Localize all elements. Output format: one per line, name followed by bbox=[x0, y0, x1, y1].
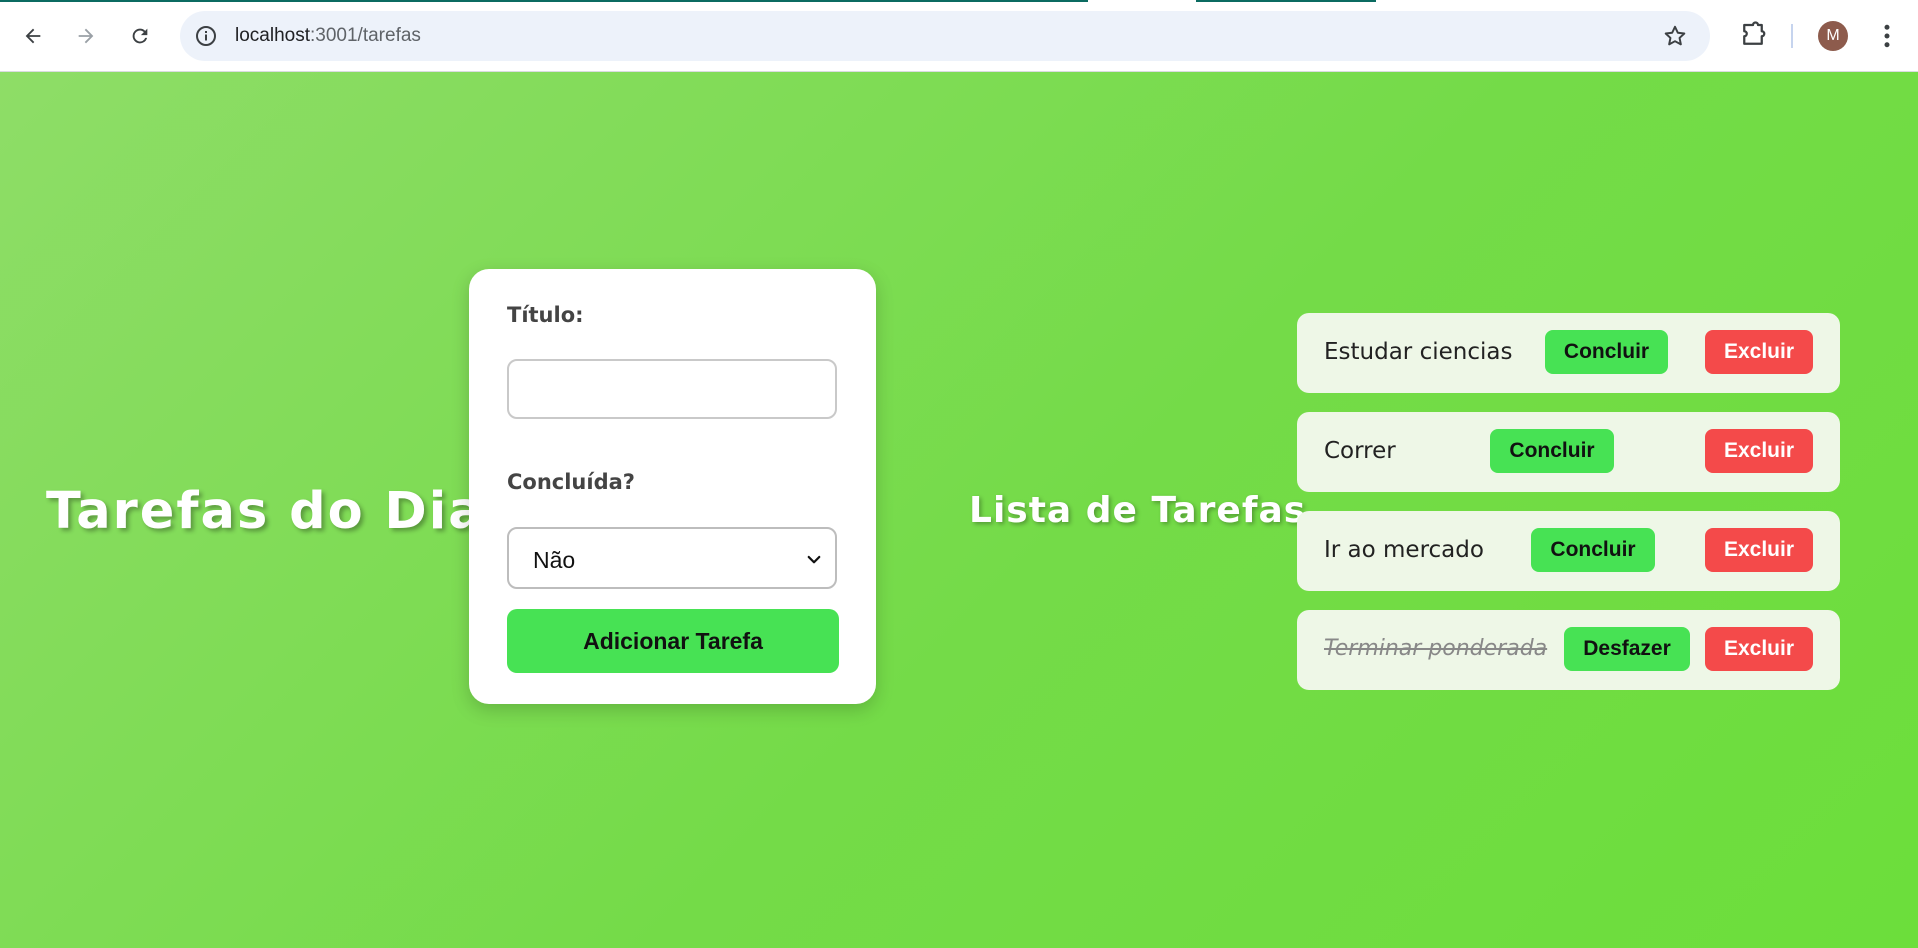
task-title: Estudar ciencias bbox=[1324, 339, 1513, 365]
task-item: Terminar ponderada Desfazer Excluir bbox=[1297, 610, 1840, 690]
done-select[interactable]: Não bbox=[507, 527, 837, 589]
url-text[interactable]: localhost:3001/tarefas bbox=[235, 24, 421, 48]
task-title: Ir ao mercado bbox=[1324, 537, 1484, 563]
page-content: Tarefas do Dia Título: Concluída? Não Ad… bbox=[0, 72, 1918, 948]
task-item: Estudar ciencias Concluir Excluir bbox=[1297, 313, 1840, 393]
forward-button[interactable] bbox=[68, 18, 104, 54]
conclude-button[interactable]: Concluir bbox=[1545, 330, 1668, 374]
title-input[interactable] bbox=[507, 359, 837, 419]
url-host: localhost bbox=[235, 25, 310, 46]
url-path: :3001/tarefas bbox=[310, 25, 421, 46]
back-arrow-icon bbox=[25, 28, 41, 44]
task-title-completed: Terminar ponderada bbox=[1324, 636, 1548, 661]
task-item: Ir ao mercado Concluir Excluir bbox=[1297, 511, 1840, 591]
address-bar[interactable]: localhost:3001/tarefas bbox=[180, 11, 1710, 61]
conclude-button[interactable]: Concluir bbox=[1490, 429, 1614, 473]
delete-button[interactable]: Excluir bbox=[1705, 528, 1813, 572]
reload-button[interactable] bbox=[122, 18, 158, 54]
title-label: Título: bbox=[507, 303, 584, 327]
back-button[interactable] bbox=[15, 18, 51, 54]
delete-button[interactable]: Excluir bbox=[1705, 330, 1813, 374]
done-label: Concluída? bbox=[507, 470, 635, 494]
site-info-icon[interactable] bbox=[194, 24, 218, 48]
conclude-button[interactable]: Concluir bbox=[1531, 528, 1655, 572]
done-select-value: Não bbox=[533, 547, 576, 573]
task-title: Correr bbox=[1324, 438, 1396, 464]
add-task-button[interactable]: Adicionar Tarefa bbox=[507, 609, 839, 673]
chevron-down-icon bbox=[807, 555, 821, 564]
toolbar-separator bbox=[1791, 24, 1793, 48]
task-form: Título: Concluída? Não Adicionar Tarefa bbox=[469, 269, 876, 704]
tab-strip-accent bbox=[0, 0, 1088, 2]
reload-icon bbox=[132, 28, 148, 44]
task-list: Estudar ciencias Concluir Excluir Correr… bbox=[1297, 313, 1840, 709]
page-title: Tarefas do Dia bbox=[46, 482, 485, 541]
extensions-icon[interactable] bbox=[1738, 19, 1768, 51]
more-menu-icon[interactable] bbox=[1872, 20, 1902, 52]
list-title: Lista de Tarefas bbox=[969, 490, 1307, 531]
browser-toolbar: localhost:3001/tarefas M bbox=[0, 0, 1918, 72]
task-item: Correr Concluir Excluir bbox=[1297, 412, 1840, 492]
profile-avatar[interactable]: M bbox=[1818, 21, 1848, 51]
delete-button[interactable]: Excluir bbox=[1705, 429, 1813, 473]
delete-button[interactable]: Excluir bbox=[1705, 627, 1813, 671]
undo-button[interactable]: Desfazer bbox=[1564, 627, 1690, 671]
bookmark-star-icon[interactable] bbox=[1662, 23, 1688, 49]
forward-arrow-icon bbox=[78, 28, 94, 44]
tab-strip-accent bbox=[1196, 0, 1376, 2]
